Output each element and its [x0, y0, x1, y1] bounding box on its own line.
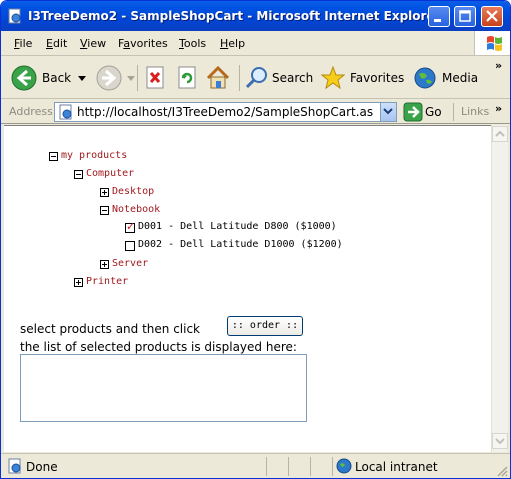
- address-url: http://localhost/I3TreeDemo2/SampleShopC…: [77, 105, 373, 119]
- maximize-button[interactable]: [454, 6, 476, 27]
- tree-node-label[interactable]: Printer: [86, 276, 128, 287]
- minimize-icon: [434, 19, 441, 22]
- status-divider: [310, 457, 311, 476]
- menu-view[interactable]: View: [80, 37, 106, 50]
- refresh-icon[interactable]: [176, 66, 198, 90]
- scroll-up-button[interactable]: [492, 126, 508, 142]
- product-checkbox[interactable]: [125, 241, 135, 251]
- collapse-toggle-icon[interactable]: [74, 170, 83, 179]
- status-text: Done: [26, 460, 58, 474]
- media-button[interactable]: Media: [413, 63, 479, 93]
- expand-toggle-icon[interactable]: [74, 278, 83, 287]
- security-zone-text: Local intranet: [355, 460, 438, 474]
- product-label: D001 - Dell Latitude D800 ($1000): [138, 221, 337, 232]
- search-button[interactable]: Search: [245, 63, 315, 93]
- collapse-toggle-icon[interactable]: [100, 206, 109, 215]
- forward-button[interactable]: [95, 63, 135, 93]
- status-divider: [288, 457, 289, 476]
- product-checkbox[interactable]: [125, 220, 135, 233]
- status-divider: [332, 457, 333, 476]
- search-label: Search: [272, 71, 314, 85]
- address-dropdown-button[interactable]: [380, 103, 396, 121]
- minimize-button[interactable]: [428, 6, 450, 27]
- address-separator: [453, 103, 454, 121]
- menu-bar: File Edit View Favorites Tools Help: [1, 31, 510, 56]
- close-button[interactable]: [481, 6, 503, 27]
- back-label: Back: [42, 71, 72, 85]
- product-label: D002 - Dell Latitude D1000 ($1200): [138, 239, 343, 250]
- tree-node-label[interactable]: Notebook: [112, 204, 160, 215]
- back-button[interactable]: Back: [8, 63, 92, 93]
- selected-products-textarea[interactable]: [20, 354, 307, 422]
- expand-toggle-icon[interactable]: [100, 188, 109, 197]
- address-input[interactable]: http://localhost/I3TreeDemo2/SampleShopC…: [54, 102, 397, 122]
- order-button[interactable]: :: order ::: [227, 316, 303, 336]
- maximize-icon: [459, 10, 471, 22]
- standard-toolbar: Back Search Favorites Media »: [1, 57, 510, 99]
- browser-window: I3TreeDemo2 - SampleShopCart - Microsoft…: [0, 0, 511, 479]
- stop-icon[interactable]: [144, 66, 166, 90]
- media-globe-icon: [414, 67, 436, 89]
- media-label: Media: [442, 71, 479, 85]
- chevron-down-icon: [383, 108, 393, 115]
- search-icon: [245, 67, 267, 89]
- resize-grip-icon[interactable]: [496, 465, 508, 477]
- forward-dropdown-icon[interactable]: [127, 76, 135, 82]
- tree-node-label[interactable]: Server: [112, 258, 148, 269]
- chevron-down-icon: [495, 438, 505, 445]
- windows-logo-icon: [474, 31, 510, 55]
- list-caption: the list of selected products is display…: [20, 340, 297, 354]
- go-label[interactable]: Go: [425, 105, 442, 119]
- ie-document-icon: [8, 8, 21, 24]
- toolbar-separator: [239, 65, 240, 91]
- address-label: Address: [9, 105, 53, 118]
- back-arrow-icon: [11, 65, 37, 91]
- close-icon: [486, 10, 498, 22]
- toolbar-overflow-chevron-icon[interactable]: »: [495, 59, 502, 72]
- home-icon[interactable]: [205, 65, 231, 91]
- menu-tools[interactable]: Tools: [179, 37, 206, 50]
- tree-node-label[interactable]: Desktop: [112, 186, 154, 197]
- links-overflow-chevron-icon[interactable]: »: [495, 102, 502, 115]
- menu-help[interactable]: Help: [220, 37, 245, 50]
- favorites-label: Favorites: [350, 71, 405, 85]
- tree-node-label[interactable]: my products: [61, 150, 127, 161]
- toolbar-separator: [137, 65, 138, 91]
- favorites-button[interactable]: Favorites: [321, 63, 407, 93]
- collapse-toggle-icon[interactable]: [49, 152, 58, 161]
- menu-file[interactable]: File: [14, 37, 32, 50]
- menu-edit[interactable]: Edit: [46, 37, 67, 50]
- vertical-scrollbar[interactable]: [491, 125, 508, 452]
- page-icon: [59, 104, 72, 120]
- status-bar: Done Local intranet: [1, 453, 510, 478]
- chevron-up-icon: [495, 130, 505, 137]
- forward-arrow-icon: [96, 65, 122, 91]
- order-instruction: select products and then click: [20, 322, 201, 336]
- tree-node-label[interactable]: Computer: [86, 168, 134, 179]
- expand-toggle-icon[interactable]: [100, 260, 109, 269]
- links-label[interactable]: Links: [461, 105, 489, 118]
- favorites-star-icon: [321, 66, 345, 90]
- title-bar[interactable]: I3TreeDemo2 - SampleShopCart - Microsoft…: [1, 1, 510, 31]
- status-divider: [266, 457, 267, 476]
- go-arrow-icon: [403, 102, 423, 122]
- menu-favorites[interactable]: Favorites: [118, 37, 168, 50]
- intranet-globe-icon: [336, 458, 352, 474]
- page-done-icon: [8, 458, 21, 474]
- address-bar: Address http://localhost/I3TreeDemo2/Sam…: [1, 100, 510, 124]
- window-title: I3TreeDemo2 - SampleShopCart - Microsoft…: [28, 9, 441, 23]
- back-dropdown-icon[interactable]: [78, 76, 86, 82]
- scroll-down-button[interactable]: [492, 433, 508, 449]
